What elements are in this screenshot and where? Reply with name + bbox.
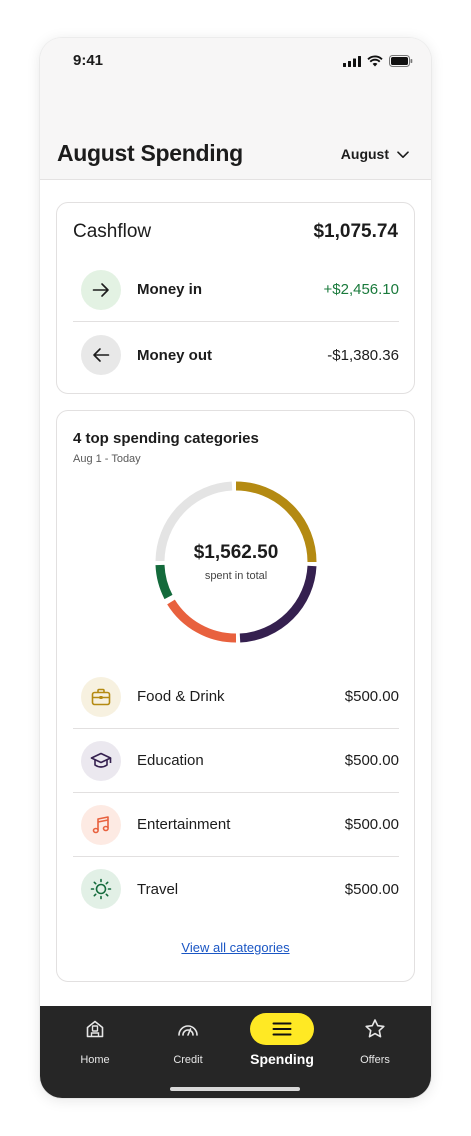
cashflow-card: Cashflow $1,075.74 Money in +$2,456.10 M…	[56, 202, 415, 394]
category-amount: $500.00	[344, 752, 399, 769]
tab-offers[interactable]: Offers	[335, 1016, 415, 1066]
tab-spending[interactable]: Spending	[242, 1013, 322, 1067]
category-label: Education	[137, 752, 204, 769]
spending-date-range: Aug 1 - Today	[73, 453, 141, 465]
money-out-amount: -$1,380.36	[327, 346, 399, 364]
money-out-row[interactable]: Money out -$1,380.36	[73, 323, 399, 387]
category-amount: $500.00	[344, 880, 399, 898]
category-amount: $500.00	[344, 816, 399, 833]
page-title: August Spending	[57, 140, 243, 166]
tab-label: Offers	[360, 1054, 390, 1066]
category-row-food-drink[interactable]: Food & Drink $500.00	[73, 665, 399, 729]
arrow-right-icon	[81, 269, 121, 310]
menu-icon	[250, 1013, 314, 1045]
money-in-amount: +$2,456.10	[323, 281, 400, 298]
arrow-left-icon	[81, 335, 121, 375]
cashflow-total: $1,075.74	[313, 221, 398, 242]
signal-icon	[343, 54, 361, 72]
view-all-categories-link[interactable]: View all categories	[181, 940, 289, 955]
home-indicator	[170, 1087, 300, 1091]
cashflow-title: Cashflow	[73, 221, 152, 242]
status-time: 9:41	[73, 52, 104, 69]
chevron-down-icon	[397, 146, 409, 162]
category-label: Entertainment	[137, 816, 231, 833]
category-amount: $500.00	[344, 688, 399, 705]
money-in-row[interactable]: Money in +$2,456.10	[73, 258, 399, 322]
month-selector-label: August	[340, 146, 389, 162]
tab-label: Credit	[173, 1054, 203, 1066]
total-spent-amount: $1,562.50	[193, 542, 279, 563]
tab-label: Spending	[250, 1051, 314, 1067]
money-out-label: Money out	[137, 346, 212, 364]
music-note-icon	[81, 804, 121, 845]
battery-icon	[389, 54, 413, 72]
category-label: Food & Drink	[137, 688, 225, 705]
category-row-entertainment[interactable]: Entertainment $500.00	[73, 793, 399, 857]
tab-home[interactable]: Home	[55, 1016, 135, 1066]
view-all-container: View all categories	[57, 939, 414, 957]
donut-center: $1,562.50 spent in total	[155, 481, 317, 643]
header: 9:41 August Spending August	[40, 38, 431, 180]
category-row-education[interactable]: Education $500.00	[73, 729, 399, 793]
tab-credit[interactable]: Credit	[148, 1016, 228, 1066]
spending-card: 4 top spending categories Aug 1 - Today …	[56, 410, 415, 982]
money-in-label: Money in	[137, 281, 203, 298]
month-selector[interactable]: August	[341, 146, 409, 162]
tab-label: Home	[80, 1054, 110, 1066]
star-icon	[364, 1016, 386, 1042]
phone-screen: 9:41 August Spending August Cashflow $1,…	[40, 38, 431, 1098]
category-row-travel[interactable]: Travel $500.00	[73, 857, 399, 921]
briefcase-icon	[81, 676, 121, 717]
wifi-icon	[367, 54, 383, 72]
graduation-cap-icon	[81, 740, 121, 781]
sun-icon	[81, 869, 121, 909]
status-icons	[343, 54, 413, 72]
credit-gauge-icon	[177, 1016, 199, 1042]
category-label: Travel	[137, 880, 179, 898]
spending-title: 4 top spending categories	[73, 430, 259, 447]
total-spent-label: spent in total	[204, 570, 268, 582]
home-icon	[85, 1016, 105, 1042]
bottom-tab-bar: Home Credit Spending Offers	[40, 1006, 431, 1098]
